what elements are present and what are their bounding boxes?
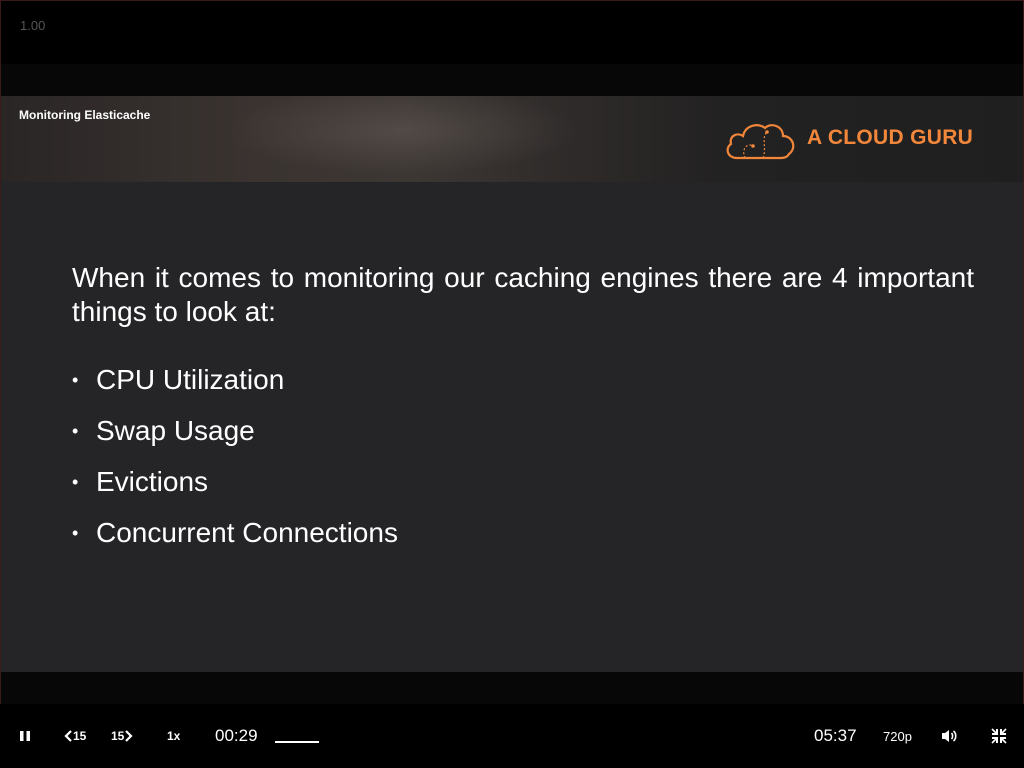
bullet-item: Concurrent Connections	[72, 516, 398, 567]
pause-icon	[20, 731, 30, 741]
video-letterbox-bottom	[1, 672, 1023, 704]
speed-indicator: 1.00	[20, 18, 46, 33]
pause-button[interactable]	[18, 704, 32, 768]
current-time: 00:29	[215, 726, 258, 745]
video-letterbox-top	[1, 64, 1023, 96]
bullet-item: Swap Usage	[72, 414, 398, 465]
skip-back-label: 15	[73, 729, 87, 743]
cloud-logo-icon	[726, 124, 795, 160]
exit-fullscreen-icon	[991, 728, 1007, 744]
skip-back-button[interactable]: 15	[64, 704, 86, 768]
chevron-right-icon	[125, 730, 133, 742]
video-slide[interactable]: Monitoring Elasticache A CLOUD GURU When…	[1, 96, 1023, 672]
slide-lead-text: When it comes to monitoring our caching …	[72, 262, 974, 327]
volume-icon	[942, 730, 957, 742]
brand-name: A CLOUD GURU	[807, 126, 974, 149]
bullet-item: Evictions	[72, 465, 398, 516]
quality-button[interactable]: 720p	[883, 704, 912, 768]
duration: 05:37	[814, 726, 857, 745]
slide-bullet-list: CPU Utilization Swap Usage Evictions Con…	[72, 363, 398, 567]
course-title: Monitoring Elasticache	[19, 108, 151, 122]
player-control-bar: 15 15 1x 00:29 05:37 720p	[0, 704, 1024, 768]
slide-header: Monitoring Elasticache A CLOUD GURU	[1, 96, 1023, 182]
chevron-left-icon	[64, 730, 72, 742]
presenter-overlay	[231, 96, 611, 182]
volume-button[interactable]	[940, 704, 958, 768]
brand-logo: A CLOUD GURU	[723, 116, 1003, 166]
progress-bar[interactable]	[275, 741, 319, 743]
bullet-item: CPU Utilization	[72, 363, 398, 414]
skip-forward-button[interactable]: 15	[111, 704, 133, 768]
exit-fullscreen-button[interactable]	[991, 704, 1007, 768]
playback-rate-button[interactable]: 1x	[167, 704, 180, 768]
skip-forward-label: 15	[111, 729, 125, 743]
